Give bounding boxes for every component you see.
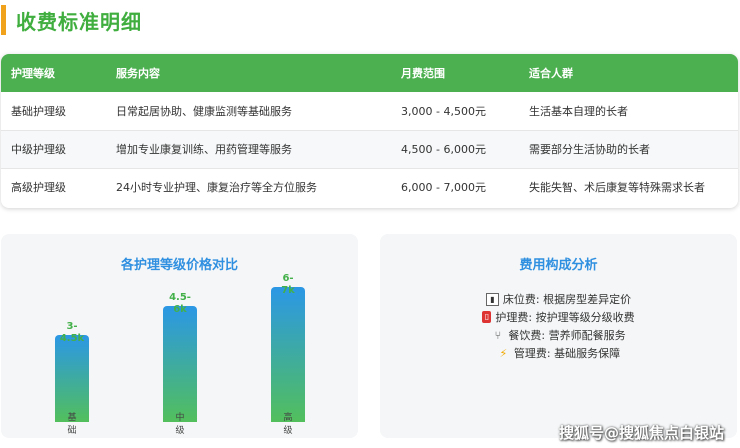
pricing-table-card: 护理等级 服务内容 月费范围 适合人群 基础护理级 日常起居协助、健康监测等基础… [1, 54, 738, 208]
cost-item-list: ▮ 床位费: 根据房型差异定价 ▯ 护理费: 按护理等级分级收费 ⑂ 餐饮费: … [380, 290, 737, 362]
cell-monthly-fee: 4,500 - 6,000元 [401, 143, 486, 156]
bar-value-label: 4.5- 6k [169, 292, 191, 316]
bar-category-label: 中级 [175, 413, 185, 436]
table-row: 基础护理级 日常起居协助、健康监测等基础服务 3,000 - 4,500元 生活… [1, 92, 738, 130]
fork-knife-icon: ⑂ [494, 328, 502, 342]
header-care-level: 护理等级 [11, 67, 55, 80]
cost-analysis-panel: 费用构成分析 ▮ 床位费: 根据房型差异定价 ▯ 护理费: 按护理等级分级收费 … [380, 234, 737, 438]
watermark: 搜狐号@搜狐焦点白银站 [558, 424, 724, 442]
cell-service: 增加专业康复训练、用药管理等服务 [116, 143, 292, 156]
chart-bar [271, 287, 305, 422]
price-chart-title: 各护理等级价格对比 [120, 258, 238, 273]
table-row: 中级护理级 增加专业康复训练、用药管理等服务 4,500 - 6,000元 需要… [1, 130, 738, 168]
header-service: 服务内容 [116, 67, 160, 80]
pricing-table: 护理等级 服务内容 月费范围 适合人群 基础护理级 日常起居协助、健康监测等基础… [1, 54, 738, 206]
list-item: ⚡ 管理费: 基础服务保障 [380, 344, 737, 362]
cost-analysis-title: 费用构成分析 [519, 258, 598, 273]
cost-item-text: 管理费: 基础服务保障 [513, 347, 621, 360]
cell-service: 日常起居协助、健康监测等基础服务 [116, 104, 292, 118]
cell-care-level: 基础护理级 [11, 104, 66, 118]
cost-item-text: 床位费: 根据房型差异定价 [502, 293, 632, 306]
list-item: ⑂ 餐饮费: 营养师配餐服务 [380, 326, 737, 344]
cell-target-group: 需要部分生活协助的长者 [529, 143, 650, 156]
header-monthly-fee: 月费范围 [401, 67, 445, 80]
cell-care-level: 中级护理级 [11, 143, 66, 156]
cell-care-level: 高级护理级 [11, 181, 66, 195]
title-accent-bar [1, 5, 6, 35]
bar-value-label: 3- 4.5k [59, 321, 85, 345]
cost-item-text: 护理费: 按护理等级分级收费 [495, 311, 635, 324]
section-header: 收费标准明细 [0, 4, 142, 36]
lightning-icon: ⚡ [499, 346, 508, 360]
bar-category-label: 高级 [283, 413, 293, 436]
bar-chart-icon: ▮ [485, 292, 499, 306]
chart-bar [55, 335, 89, 422]
table-header-row: 护理等级 服务内容 月费范围 适合人群 [1, 54, 738, 92]
table-row: 高级护理级 24小时专业护理、康复治疗等全方位服务 6,000 - 7,000元… [1, 168, 738, 206]
bar-value-label: 6- 7k [281, 273, 295, 296]
header-target-group: 适合人群 [529, 67, 573, 80]
page-title: 收费标准明细 [16, 9, 142, 34]
list-item: ▮ 床位费: 根据房型差异定价 [380, 290, 737, 308]
cost-item-text: 餐饮费: 营养师配餐服务 [508, 329, 626, 342]
cell-target-group: 生活基本自理的长者 [529, 104, 628, 118]
cell-service: 24小时专业护理、康复治疗等全方位服务 [116, 181, 317, 195]
cell-monthly-fee: 6,000 - 7,000元 [401, 181, 486, 195]
cell-target-group: 失能失智、术后康复等特殊需求长者 [529, 181, 705, 195]
cell-monthly-fee: 3,000 - 4,500元 [401, 104, 486, 118]
mobile-phone-icon: ▯ [482, 311, 492, 323]
chart-bar [163, 306, 197, 422]
list-item: ▯ 护理费: 按护理等级分级收费 [380, 308, 737, 326]
price-comparison-panel: 各护理等级价格对比 3- 4.5k 基础 4.5- 6k 中级 6- 7k 高级 [1, 234, 358, 438]
bar-category-label: 基础 [67, 413, 77, 436]
